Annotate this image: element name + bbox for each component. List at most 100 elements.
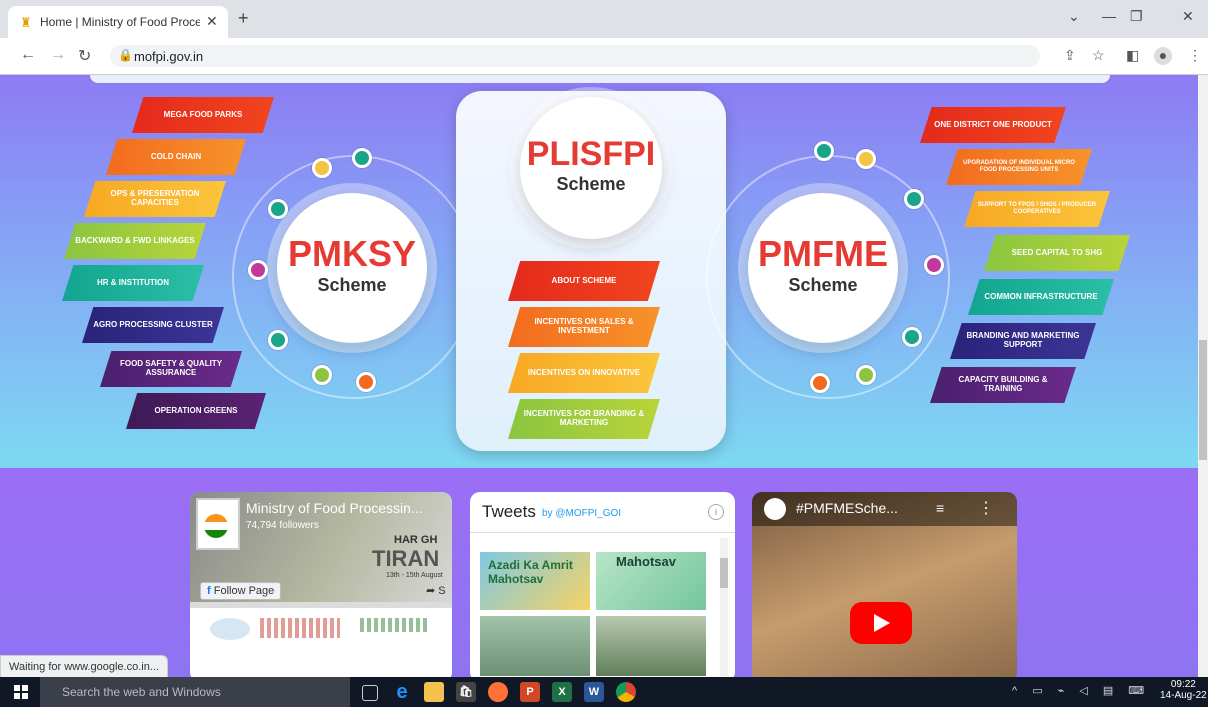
chrome-icon[interactable] [616, 682, 636, 702]
pmksy-item-operation-greens[interactable]: OPERATION GREENS [126, 393, 266, 429]
pmfme-item-common-infra[interactable]: COMMON INFRASTRUCTURE [968, 279, 1114, 315]
plisfpi-title: PLISFPI [526, 135, 656, 173]
plisfpi-item-about[interactable]: ABOUT SCHEME [508, 261, 660, 301]
pmfme-item-support-fpos[interactable]: SUPPORT TO FPOS / SHGS / PRODUCER COOPER… [964, 191, 1110, 227]
pmksy-item-ops-preservation[interactable]: OPS & PRESERVATION CAPACITIES [84, 181, 226, 217]
facebook-widget[interactable]: Ministry of Food Processin... 74,794 fol… [190, 492, 452, 679]
plisfpi-item-incentives-sales[interactable]: INCENTIVES ON SALES & INVESTMENT [508, 307, 660, 347]
pmfme-item-seed-capital[interactable]: SEED CAPITAL TO SHG [984, 235, 1130, 271]
dot [814, 141, 834, 161]
play-icon [874, 614, 890, 632]
facebook-share-label: S [438, 585, 446, 597]
tweet-image-1[interactable]: Azadi Ka Amrit Mahotsav [480, 552, 590, 610]
facebook-post[interactable] [190, 608, 452, 679]
pmfme-circle[interactable]: PMFME Scheme [748, 193, 898, 343]
store-icon[interactable]: 🛍 [456, 682, 476, 702]
plisfpi-circle[interactable]: PLISFPI Scheme [520, 97, 662, 239]
windows-start-icon[interactable] [14, 685, 28, 699]
pmksy-item-cold-chain[interactable]: COLD CHAIN [106, 139, 246, 175]
reload-icon[interactable]: ↻ [78, 46, 91, 66]
tab-title: Home | Ministry of Food Process [40, 15, 200, 29]
pmksy-circle[interactable]: PMKSY Scheme [277, 193, 427, 343]
clock-date: 14-Aug-22 [1160, 690, 1207, 701]
tweet-image-2[interactable]: Mahotsav [596, 552, 706, 610]
new-tab-icon[interactable]: + [238, 8, 249, 29]
menu-dots-icon[interactable]: ⋮ [1188, 47, 1202, 64]
firefox-icon[interactable] [488, 682, 508, 702]
facebook-banner-text: HAR GH [394, 534, 438, 546]
dot [856, 365, 876, 385]
twitter-title: Tweets [482, 502, 536, 521]
twitter-widget[interactable]: Tweets by @MOFPI_GOI i Azadi Ka Amrit Ma… [470, 492, 735, 679]
url-field[interactable]: 🔒 mofpi.gov.in [110, 45, 1040, 67]
tweet-image-4[interactable] [596, 616, 706, 676]
facebook-banner-text-2: TIRAN [372, 546, 440, 571]
plisfpi-item-branding[interactable]: INCENTIVES FOR BRANDING & MARKETING [508, 399, 660, 439]
plisfpi-item-incentives-innovative[interactable]: INCENTIVES ON INNOVATIVE [508, 353, 660, 393]
facebook-follow-label: Follow Page [213, 585, 275, 597]
dot [248, 260, 268, 280]
dot [856, 149, 876, 169]
edge-icon[interactable]: e [392, 682, 412, 702]
system-tray-icons[interactable]: ^ ▭ ⌁ ◁ ▤ ⌨ [1012, 684, 1150, 697]
pmfme-subtitle: Scheme [788, 275, 858, 295]
clock-time: 09:22 [1170, 679, 1196, 690]
dot [352, 148, 372, 168]
back-icon[interactable]: ← [20, 46, 36, 64]
info-icon[interactable]: i [708, 504, 724, 520]
page-scrollbar-thumb[interactable] [1199, 340, 1207, 460]
excel-icon[interactable]: X [552, 682, 572, 702]
pmksy-item-agro-processing[interactable]: AGRO PROCESSING CLUSTER [82, 307, 224, 343]
facebook-page-name[interactable]: Ministry of Food Processin... [246, 500, 423, 516]
minimize-icon[interactable]: — [1102, 8, 1116, 24]
restore-icon[interactable]: ❐ [1130, 8, 1143, 25]
close-tab-icon[interactable]: ✕ [206, 13, 218, 30]
channel-avatar[interactable] [764, 498, 786, 520]
pmfme-item-capacity-building[interactable]: CAPACITY BUILDING & TRAINING [930, 367, 1076, 403]
more-dots-icon[interactable]: ⋮ [978, 498, 994, 518]
twitter-scrollbar[interactable] [720, 538, 728, 676]
page-content: PMKSY Scheme MEGA FOOD PARKS COLD CHAIN … [0, 75, 1198, 679]
site-favicon-icon: ♜ [20, 15, 32, 30]
bookmark-star-icon[interactable]: ☆ [1092, 47, 1105, 64]
file-explorer-icon[interactable] [424, 682, 444, 702]
pmksy-item-food-safety[interactable]: FOOD SAFETY & QUALITY ASSURANCE [100, 351, 242, 387]
profile-icon[interactable]: ● [1154, 47, 1172, 65]
word-icon[interactable]: W [584, 682, 604, 702]
facebook-follow-button[interactable]: f Follow Page [200, 582, 282, 600]
taskbar-search[interactable]: Search the web and Windows [40, 677, 350, 707]
tab-search-icon[interactable]: ⌄ [1068, 8, 1080, 25]
pmfme-item-upgradation[interactable]: UPGRADATION OF INDIVIDUAL MICRO FOOD PRO… [946, 149, 1092, 185]
dot [924, 255, 944, 275]
dot [356, 372, 376, 392]
plisfpi-subtitle: Scheme [556, 174, 626, 194]
twitter-handle[interactable]: by @MOFPI_GOI [542, 508, 621, 519]
pmfme-item-branding[interactable]: BRANDING AND MARKETING SUPPORT [950, 323, 1096, 359]
tweet-image-3[interactable] [480, 616, 590, 676]
facebook-avatar [196, 498, 240, 550]
youtube-widget[interactable]: #PMFMESche... ≡ ⋮ [752, 492, 1017, 679]
dot [810, 373, 830, 393]
clock[interactable]: 09:22 14-Aug-22 [1160, 679, 1207, 701]
playlist-icon[interactable]: ≡ [936, 500, 944, 516]
browser-tab[interactable]: ♜ Home | Ministry of Food Process ✕ [8, 6, 228, 38]
pmksy-item-hr-institution[interactable]: HR & INSTITUTION [62, 265, 204, 301]
youtube-play-button[interactable] [850, 602, 912, 644]
social-section: Ministry of Food Processin... 74,794 fol… [0, 468, 1198, 679]
facebook-icon: f [207, 585, 214, 597]
tweet-image-1-text: Azadi Ka Amrit Mahotsav [488, 558, 573, 586]
forward-icon[interactable]: → [50, 46, 66, 64]
sidepanel-icon[interactable]: ◧ [1126, 47, 1139, 64]
task-view-icon[interactable] [362, 685, 378, 701]
pmksy-item-backward-linkages[interactable]: BACKWARD & FWD LINKAGES [64, 223, 206, 259]
youtube-video-title[interactable]: #PMFMESche... [796, 500, 898, 516]
lock-icon: 🔒 [118, 48, 133, 62]
close-window-icon[interactable]: ✕ [1182, 8, 1194, 25]
schemes-hero: PMKSY Scheme MEGA FOOD PARKS COLD CHAIN … [0, 75, 1198, 468]
pmfme-title: PMFME [758, 233, 888, 274]
pmksy-item-mega-food-parks[interactable]: MEGA FOOD PARKS [132, 97, 274, 133]
powerpoint-icon[interactable]: P [520, 682, 540, 702]
facebook-share-button[interactable]: ➦ S [426, 584, 446, 597]
pmfme-item-odop[interactable]: ONE DISTRICT ONE PRODUCT [920, 107, 1066, 143]
share-icon[interactable]: ⇪ [1064, 47, 1076, 64]
